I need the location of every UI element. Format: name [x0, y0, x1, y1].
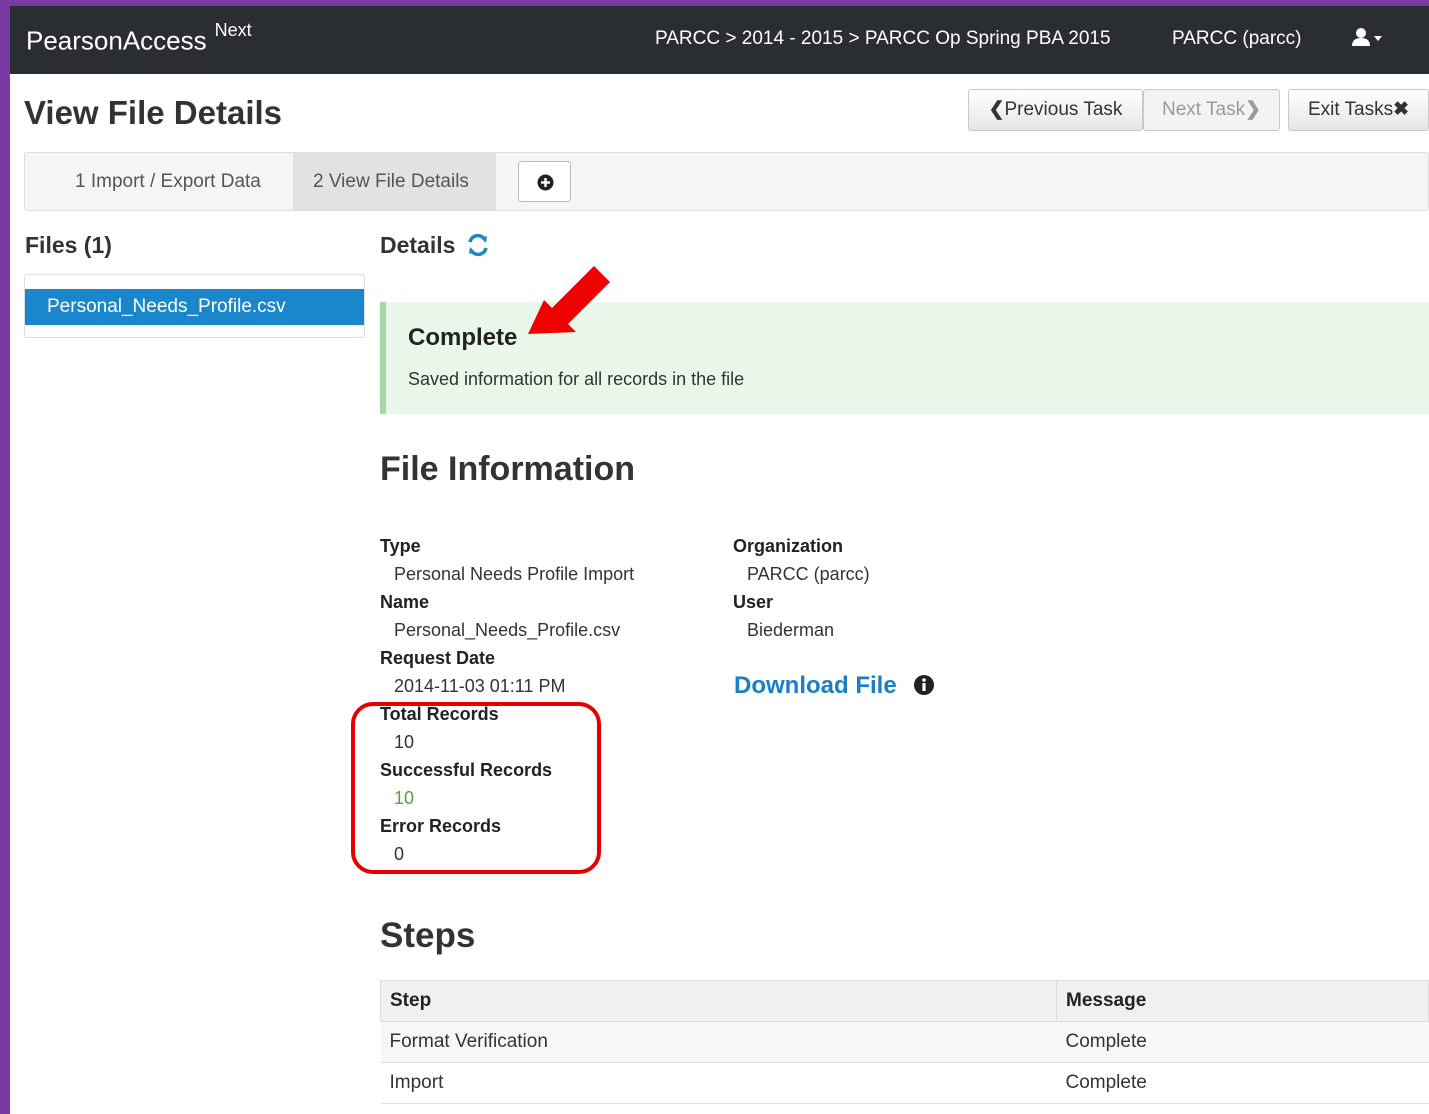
- organization-selector[interactable]: PARCC (parcc): [1172, 28, 1302, 50]
- file-information-heading: File Information: [380, 450, 635, 488]
- plus-circle-icon: [537, 174, 554, 191]
- status-title: Complete: [408, 324, 518, 351]
- brand-logo[interactable]: PearsonAccess Next: [26, 20, 252, 57]
- file-info-right: Organization PARCC (parcc) User Biederma…: [733, 532, 870, 644]
- name-value: Personal_Needs_Profile.csv: [394, 620, 621, 640]
- download-file-link[interactable]: Download File: [734, 672, 897, 700]
- steps-table: Step Message Format Verification Complet…: [380, 980, 1429, 1104]
- user-icon[interactable]: [1350, 26, 1384, 50]
- files-heading: Files (1): [25, 232, 112, 258]
- message-cell: Complete: [1056, 1021, 1429, 1063]
- column-header-message[interactable]: Message: [1056, 980, 1429, 1022]
- table-row: Format Verification Complete: [380, 1021, 1429, 1063]
- tab-view-file-details[interactable]: 2 View File Details: [293, 153, 496, 210]
- file-list: Personal_Needs_Profile.csv: [24, 274, 365, 338]
- previous-task-button[interactable]: ❮Previous Task: [968, 89, 1143, 131]
- tab-import-export-data[interactable]: 1 Import / Export Data: [55, 153, 281, 210]
- exit-tasks-label: Exit Tasks: [1307, 99, 1394, 120]
- info-icon[interactable]: [913, 674, 935, 696]
- organization-label: Organization: [733, 536, 844, 556]
- name-label: Name: [380, 592, 430, 612]
- task-tabs: 1 Import / Export Data 2 View File Detai…: [24, 152, 1429, 211]
- request-date-label: Request Date: [380, 648, 496, 668]
- exit-tasks-button[interactable]: Exit Tasks✖: [1288, 89, 1429, 131]
- type-label: Type: [380, 536, 421, 556]
- message-cell: Complete: [1056, 1062, 1429, 1104]
- request-date-value: 2014-11-03 01:11 PM: [394, 676, 566, 696]
- type-value: Personal Needs Profile Import: [394, 564, 635, 584]
- details-heading: Details: [380, 232, 456, 258]
- page-title: View File Details: [24, 94, 283, 131]
- add-task-button[interactable]: [518, 161, 571, 202]
- chevron-right-icon: ❯: [1245, 99, 1261, 120]
- records-highlight-annotation: [351, 702, 601, 874]
- previous-task-label: Previous Task: [1004, 99, 1123, 120]
- next-task-label: Next Task: [1162, 99, 1246, 120]
- breadcrumb[interactable]: PARCC > 2014 - 2015 > PARCC Op Spring PB…: [655, 28, 1111, 50]
- step-cell: Format Verification: [380, 1021, 1057, 1063]
- status-message: Saved information for all records in the…: [408, 369, 745, 389]
- close-icon: ✖: [1393, 99, 1410, 120]
- file-item[interactable]: Personal_Needs_Profile.csv: [25, 289, 364, 325]
- step-cell: Import: [380, 1062, 1057, 1104]
- chevron-left-icon: ❮: [988, 99, 1005, 120]
- user-value: Biederman: [747, 620, 835, 640]
- next-task-button[interactable]: Next Task❯: [1143, 89, 1280, 131]
- organization-value: PARCC (parcc): [747, 564, 870, 584]
- steps-heading: Steps: [380, 916, 476, 955]
- top-navbar: PearsonAccess Next PARCC > 2014 - 2015 > …: [10, 6, 1429, 74]
- brand-name: PearsonAccess: [26, 25, 207, 56]
- brand-next: Next: [214, 20, 252, 40]
- table-row: Import Complete: [380, 1062, 1429, 1104]
- red-arrow-annotation: [528, 266, 610, 334]
- column-header-step[interactable]: Step: [380, 980, 1057, 1022]
- user-label: User: [733, 592, 774, 612]
- refresh-icon[interactable]: [465, 232, 491, 258]
